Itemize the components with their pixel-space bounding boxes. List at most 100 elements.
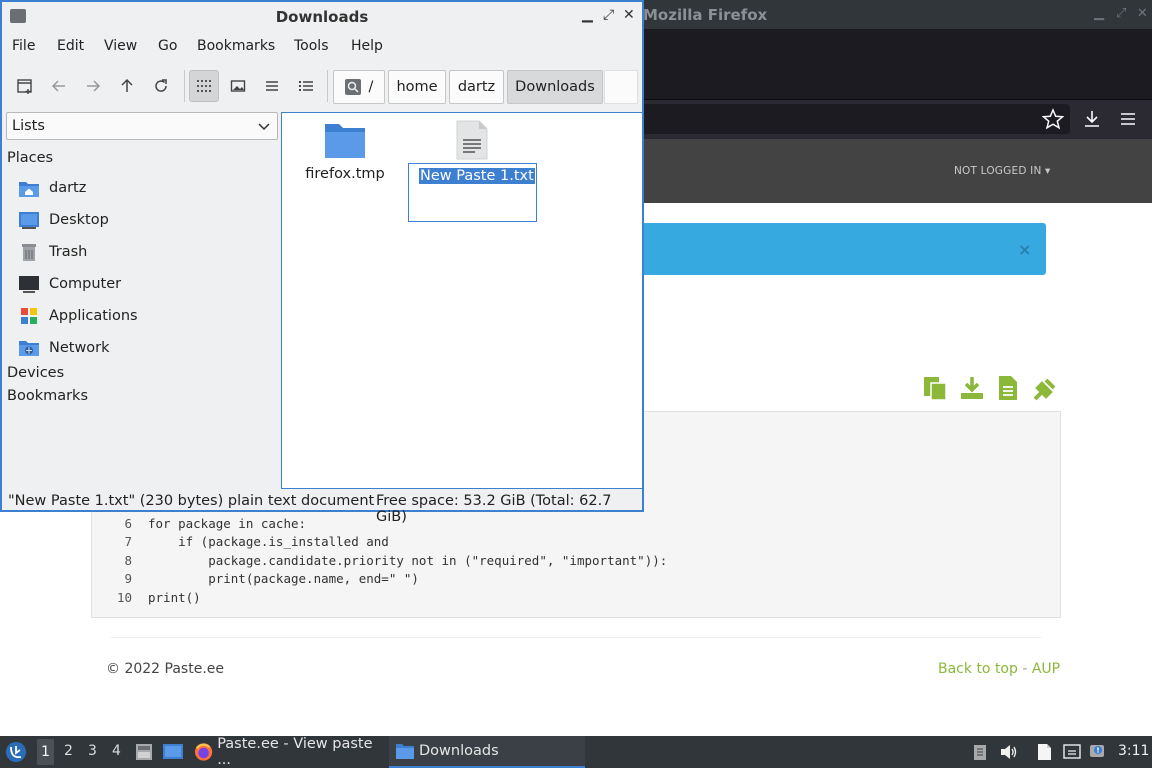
menu-bookmarks[interactable]: Bookmarks: [197, 38, 275, 54]
sidebar-item-network[interactable]: Network: [18, 334, 274, 362]
rename-selected-text[interactable]: New Paste 1.txt: [419, 168, 535, 184]
sidebar-item-desktop[interactable]: Desktop: [18, 206, 274, 234]
arrow-up-icon: [121, 78, 133, 92]
start-menu-icon[interactable]: [5, 741, 27, 763]
menu-help[interactable]: Help: [351, 38, 383, 54]
bookmark-star-icon[interactable]: [1042, 108, 1064, 130]
copy-paste-icon[interactable]: [922, 374, 948, 402]
sidebar-item-dartz[interactable]: dartz: [18, 174, 274, 202]
up-button[interactable]: [112, 70, 142, 102]
menu-view[interactable]: View: [104, 38, 137, 54]
firefox-close-icon[interactable]: ✕: [1137, 6, 1148, 21]
code-line: 6 for package in cache:: [124, 516, 307, 531]
account-dropdown[interactable]: NOT LOGGED IN ▾: [954, 165, 1051, 177]
arrow-right-icon: [87, 80, 101, 92]
menu-go[interactable]: Go: [158, 38, 177, 54]
rename-field[interactable]: New Paste 1.txt: [408, 163, 537, 222]
menu-edit[interactable]: Edit: [57, 38, 84, 54]
selection-info: "New Paste 1.txt" (230 bytes) plain text…: [8, 493, 375, 509]
firefox-window-title: Mozilla Firefox: [643, 6, 768, 24]
reload-button[interactable]: [146, 70, 176, 102]
code-line: 7 if (package.is_installed and: [124, 534, 389, 549]
folder-icon: [396, 744, 414, 759]
code-line: 8 package.candidate.priority not in ("re…: [124, 553, 668, 568]
download-paste-icon[interactable]: [959, 374, 985, 402]
workspace-3[interactable]: 3: [88, 743, 97, 759]
list-lines-icon: [266, 81, 278, 91]
text-file-icon[interactable]: [455, 120, 489, 160]
notes-tray-icon[interactable]: [1034, 742, 1054, 762]
applications-icon: [18, 305, 40, 327]
workspace-4[interactable]: 4: [112, 743, 121, 759]
network-tray-icon[interactable]: [1062, 742, 1082, 762]
file-item-firefox-tmp[interactable]: firefox.tmp: [302, 120, 388, 182]
sidebar-item-applications[interactable]: Applications: [18, 302, 274, 330]
code-line: 9 print(package.name, end=" "): [124, 571, 419, 586]
back-button[interactable]: [44, 70, 74, 102]
breadcrumb-downloads[interactable]: Downloads: [507, 70, 603, 104]
free-space-info: Free space: 53.2 GiB (Total: 62.7 GiB): [376, 493, 612, 525]
hamburger-menu-icon[interactable]: [1117, 108, 1139, 130]
compact-view-button[interactable]: [257, 70, 287, 102]
devices-header[interactable]: Devices: [7, 365, 64, 381]
file-manager-titlebar[interactable]: Downloads ▁ ⤢ ✕: [2, 2, 642, 30]
clipboard-tray-icon[interactable]: [970, 742, 990, 762]
firefox-icon: [194, 743, 213, 761]
workspace-2[interactable]: 2: [64, 743, 73, 759]
chevron-down-icon: [258, 123, 270, 131]
arrow-left-icon: [51, 80, 65, 92]
alert-banner: [600, 223, 1046, 275]
icon-view-button[interactable]: [189, 70, 219, 102]
desktop-launcher-icon[interactable]: [162, 742, 184, 762]
breadcrumb-spacer: [604, 70, 638, 104]
downloads-icon[interactable]: [1081, 108, 1103, 130]
network-icon: [18, 337, 40, 359]
status-bar: "New Paste 1.txt" (230 bytes) plain text…: [2, 490, 642, 525]
home-folder-icon: [18, 177, 40, 199]
notification-icon[interactable]: [1088, 742, 1108, 762]
file-manager-launcher-icon[interactable]: [134, 742, 154, 762]
folder-icon: [325, 124, 365, 158]
raw-paste-icon[interactable]: [995, 374, 1021, 402]
close-icon[interactable]: ✕: [623, 7, 635, 23]
volume-icon[interactable]: [998, 742, 1018, 762]
menu-tools[interactable]: Tools: [294, 38, 329, 54]
footer-copyright: © 2022 Paste.ee: [106, 661, 224, 677]
detailed-list-view-button[interactable]: [291, 70, 321, 102]
path-toggle-icon: [344, 79, 361, 95]
clock[interactable]: 3:11: [1118, 743, 1149, 759]
taskbar: 1 2 3 4 Paste.ee - View paste ... Downlo…: [0, 736, 1152, 768]
embed-paste-icon[interactable]: [1032, 374, 1058, 402]
breadcrumb-root[interactable]: /: [333, 70, 385, 104]
places-header[interactable]: Places: [7, 150, 53, 166]
footer-links: Back to top - AUP: [938, 661, 1061, 677]
task-downloads[interactable]: Downloads: [389, 736, 585, 768]
maximize-icon[interactable]: ⤢: [603, 7, 614, 23]
back-to-top-link[interactable]: Back to top: [938, 661, 1018, 677]
code-line: 10 print(): [116, 590, 201, 605]
breadcrumb-dartz[interactable]: dartz: [449, 70, 504, 104]
alert-close-icon[interactable]: ×: [1018, 240, 1031, 259]
thumbnail-view-button[interactable]: [223, 70, 253, 102]
sidebar-item-trash[interactable]: Trash: [18, 238, 274, 266]
side-pane-mode-select[interactable]: Lists: [6, 112, 278, 140]
task-firefox[interactable]: Paste.ee - View paste ...: [194, 736, 384, 768]
minimize-icon[interactable]: ▁: [582, 7, 593, 23]
bookmarks-header[interactable]: Bookmarks: [7, 388, 88, 404]
firefox-url-bar[interactable]: [600, 104, 1070, 134]
new-tab-button[interactable]: [10, 70, 40, 102]
detail-list-icon: [299, 81, 313, 91]
firefox-maximize-icon[interactable]: ⤢: [1116, 6, 1126, 21]
firefox-minimize-icon[interactable]: ▁: [1094, 6, 1104, 21]
breadcrumb-home[interactable]: home: [388, 70, 446, 104]
image-icon: [230, 80, 246, 92]
aup-link[interactable]: AUP: [1032, 661, 1060, 677]
menu-file[interactable]: File: [12, 38, 35, 54]
file-manager-window: Downloads ▁ ⤢ ✕ File Edit View Go Bookma…: [0, 0, 644, 525]
footer-divider: [111, 637, 1041, 638]
workspace-1[interactable]: 1: [37, 739, 54, 765]
trash-icon: [18, 241, 40, 263]
sidebar-item-computer[interactable]: Computer: [18, 270, 274, 298]
forward-button[interactable]: [78, 70, 108, 102]
window-title: Downloads: [275, 8, 369, 26]
